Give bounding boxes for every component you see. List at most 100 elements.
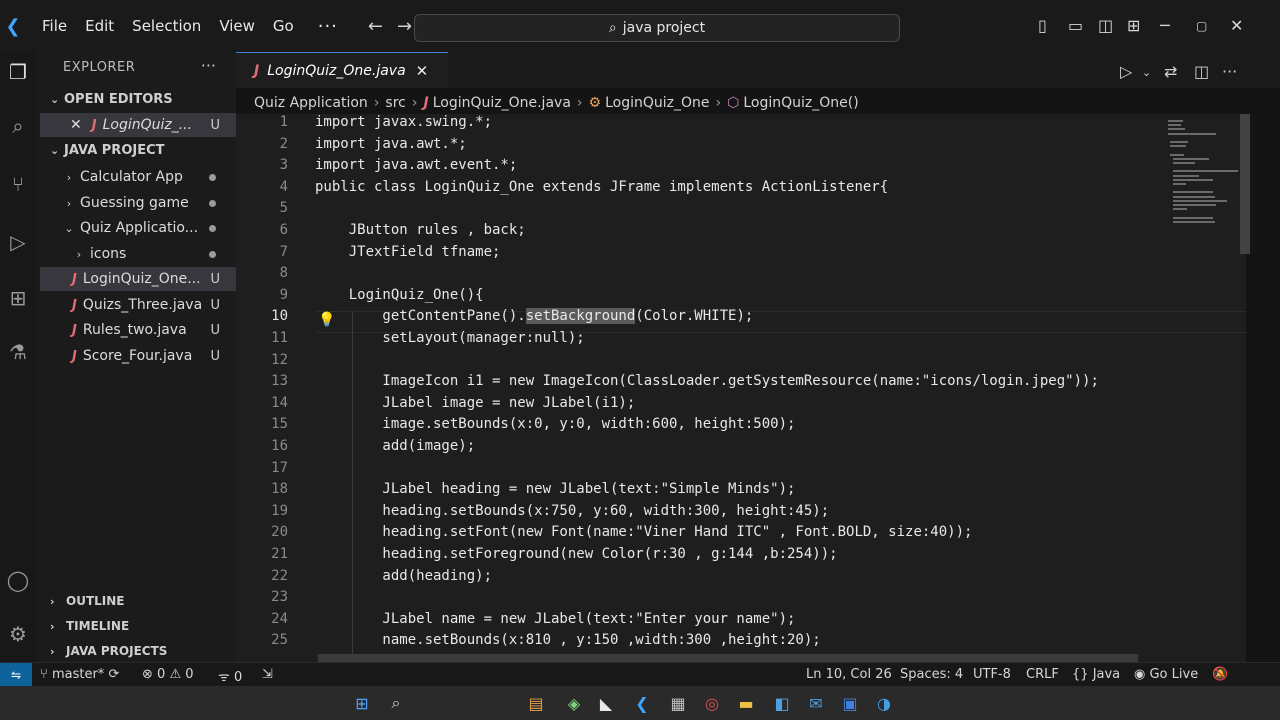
java-projects-section[interactable]: › JAVA PROJECTS [50,644,167,658]
code-line[interactable]: 16 add(image); [236,438,1246,460]
close-window-icon[interactable]: ✕ [1230,16,1243,35]
taskbar-app-icon-3[interactable]: ◧ [772,693,792,713]
code-line[interactable]: 25 name.setBounds(x:810 , y:150 ,width:3… [236,632,1246,654]
close-tab-icon[interactable]: ✕ [416,62,429,80]
code-line[interactable]: 13 ImageIcon i1 = new ImageIcon(ClassLoa… [236,373,1246,395]
code-line[interactable]: 3 import java.awt.event.*; [236,157,1246,179]
code-line[interactable]: 14 JLabel image = new JLabel(i1); [236,395,1246,417]
menu-selection[interactable]: Selection [130,15,203,37]
code-line[interactable]: 8 [236,265,1246,287]
encoding-status[interactable]: UTF-8 [973,667,1011,682]
breadcrumb-src[interactable]: src [385,95,405,111]
problems-status[interactable]: ⊗ 0 ⚠ 0 [142,667,194,682]
toggle-sidebar-icon[interactable]: ▯ [1038,16,1047,35]
minimap[interactable] [1160,114,1240,244]
taskbar-edge-icon[interactable]: ◑ [874,693,894,713]
back-arrow-icon[interactable]: ← [368,16,383,37]
vertical-scrollbar[interactable] [1240,114,1250,254]
tree-item-calculator[interactable]: › Calculator App [40,165,236,189]
accounts-icon[interactable]: ◯ [4,566,32,594]
taskbar-folder-icon[interactable]: ▬ [736,693,756,713]
close-editor-icon[interactable]: ✕ [70,117,82,133]
menu-edit[interactable]: Edit [83,15,116,37]
eol-status[interactable]: CRLF [1026,667,1059,682]
taskbar-terminal-icon[interactable]: ◣ [596,693,616,713]
menu-file[interactable]: File [40,15,69,37]
testing-icon[interactable]: ⚗ [4,338,32,366]
tree-item-icons[interactable]: › icons [40,242,236,266]
code-line[interactable]: 24 JLabel name = new JLabel(text:"Enter … [236,611,1246,633]
code-line[interactable]: 21 heading.setForeground(new Color(r:30 … [236,546,1246,568]
menu-view[interactable]: View [217,15,257,37]
tree-item-quiz[interactable]: ⌄ Quiz Applicatio... [40,216,236,240]
extensions-icon[interactable]: ⊞ [4,284,32,312]
tree-item-rules-two[interactable]: J Rules_two.java U [40,318,236,342]
code-line[interactable]: 6 JButton rules , back; [236,222,1246,244]
run-dropdown-chevron-icon[interactable]: ⌄ [1142,66,1151,79]
open-editors-section[interactable]: ⌄ OPEN EDITORS [50,92,173,107]
tree-item-guessing[interactable]: › Guessing game [40,191,236,215]
menu-go[interactable]: Go [271,15,296,37]
code-line[interactable]: 11 setLayout(manager:null); [236,330,1246,352]
breadcrumb-folder[interactable]: Quiz Application [254,95,368,111]
code-line[interactable]: 10 getContentPane().setBackground(Color.… [236,308,1246,330]
code-line[interactable]: 15 image.setBounds(x:0, y:0, width:600, … [236,416,1246,438]
more-menu-icon[interactable]: ··· [318,16,338,37]
info-status[interactable]: ᯤ 0 [218,667,242,685]
cursor-position[interactable]: Ln 10, Col 26 [806,667,892,682]
code-line[interactable]: 5 [236,200,1246,222]
timeline-section[interactable]: › TIMELINE [50,619,129,633]
forward-arrow-icon[interactable]: → [397,16,412,37]
toggle-secondary-sidebar-icon[interactable]: ◫ [1098,16,1113,35]
run-debug-icon[interactable]: ▷ [4,228,32,256]
taskbar-widgets-icon[interactable]: ▤ [526,693,546,713]
settings-gear-icon[interactable]: ⚙ [4,620,32,648]
code-line[interactable]: 20 heading.setFont(new Font(name:"Viner … [236,524,1246,546]
restore-icon[interactable]: ▢ [1196,19,1207,33]
open-editor-item[interactable]: ✕ J LoginQuiz_... U [40,113,236,137]
editor-more-icon[interactable]: ··· [1222,62,1237,81]
indentation-status[interactable]: Spaces: 4 [900,667,963,682]
taskbar-app-icon[interactable]: ◈ [564,693,584,713]
tree-item-score-four[interactable]: J Score_Four.java U [40,344,236,368]
branch-status[interactable]: ⑂ master* ⟳ [40,667,119,682]
tree-item-quizs-three[interactable]: J Quizs_Three.java U [40,293,236,317]
breadcrumb-file[interactable]: LoginQuiz_One.java [433,95,571,111]
search-view-icon[interactable]: ⌕ [4,112,32,140]
toggle-panel-icon[interactable]: ▭ [1068,16,1083,35]
minimize-icon[interactable]: ─ [1160,16,1170,35]
explorer-more-icon[interactable]: ··· [201,56,216,75]
source-control-icon[interactable]: ⑂ [4,170,32,198]
code-line[interactable]: 9 LoginQuiz_One(){ [236,287,1246,309]
lightbulb-icon[interactable]: 💡 [318,312,335,328]
code-line[interactable]: 1 import javax.swing.*; [236,114,1246,136]
windows-start-icon[interactable]: ⊞ [352,693,372,713]
command-center-search[interactable]: ⌕ java project [414,14,900,42]
taskbar-search-icon[interactable]: ⌕ [386,693,406,713]
code-line[interactable]: 12 [236,352,1246,374]
code-line[interactable]: 7 JTextField tfname; [236,244,1246,266]
code-line[interactable]: 23 [236,589,1246,611]
go-live-button[interactable]: ◉ Go Live [1134,667,1198,682]
code-editor[interactable]: 1 import javax.swing.*; 2 import java.awt.*… [236,114,1246,662]
explorer-icon[interactable]: ❐ [4,58,32,86]
code-line[interactable]: 17 [236,460,1246,482]
language-status[interactable]: {} Java [1072,667,1120,682]
remote-indicator-icon[interactable]: ⇋ [0,663,32,687]
java-project-section[interactable]: ⌄ JAVA PROJECT [50,143,165,158]
horizontal-scrollbar[interactable] [318,654,1138,662]
code-line[interactable]: 19 heading.setBounds(x:750, y:60, width:… [236,503,1246,525]
taskbar-app-icon-2[interactable]: ▦ [668,693,688,713]
code-line[interactable]: 2 import java.awt.*; [236,136,1246,158]
split-editor-icon[interactable]: ◫ [1194,62,1209,81]
taskbar-vscode-icon[interactable]: ❮ [632,693,652,713]
breadcrumb-class[interactable]: LoginQuiz_One [605,95,709,111]
launch-icon[interactable]: ⇲ [262,667,273,682]
code-line[interactable]: 22 add(heading); [236,568,1246,590]
outline-section[interactable]: › OUTLINE [50,594,124,608]
taskbar-mail-icon[interactable]: ✉ [806,693,826,713]
code-line[interactable]: 18 JLabel heading = new JLabel(text:"Sim… [236,481,1246,503]
breadcrumb-method[interactable]: LoginQuiz_One() [743,95,858,111]
customize-layout-icon[interactable]: ⊞ [1127,16,1140,35]
compare-changes-icon[interactable]: ⇄ [1164,62,1177,81]
